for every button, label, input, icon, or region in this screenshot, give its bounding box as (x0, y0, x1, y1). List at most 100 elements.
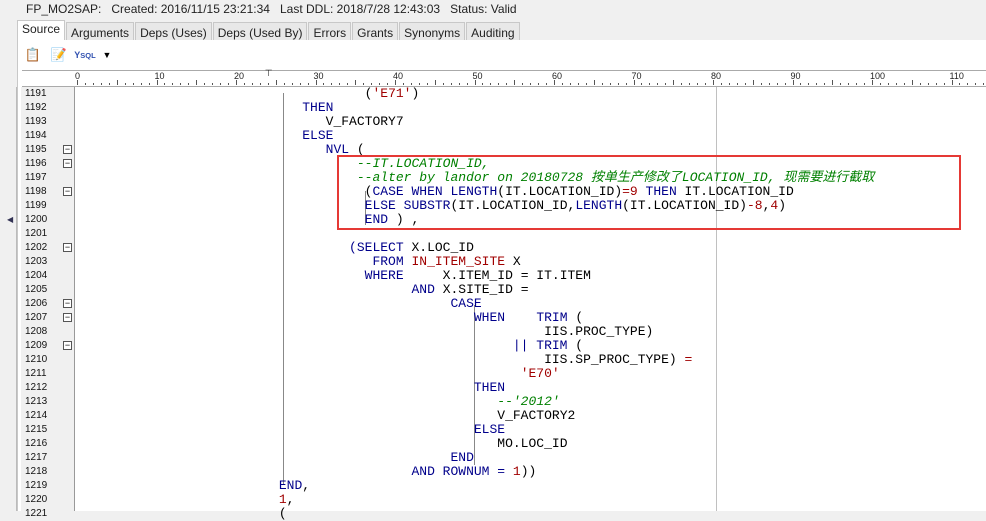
ruler-tick (879, 83, 881, 85)
code-editor[interactable]: ('E71') THEN V_FACTORY7 ELSE NVL ( --IT.… (76, 86, 986, 521)
ruler-tick (140, 83, 142, 85)
column-ruler: 0 10 20 30 40 50 60 70 80 90 100 110 ⊤ (22, 68, 986, 87)
sql-format-icon[interactable]: Y SQL (74, 46, 95, 64)
line-number: 1203 (25, 256, 48, 267)
ruler-tick (418, 83, 420, 85)
code-line: --'2012' (76, 395, 559, 409)
created-date: Created: 2016/11/15 23:21:34 (111, 2, 270, 16)
ruler-tick (649, 83, 651, 85)
ruler-tick (434, 80, 436, 85)
ruler-tick (617, 83, 619, 85)
ruler-tick (728, 83, 730, 85)
ruler-tick (561, 83, 563, 85)
ruler-tick (442, 83, 444, 85)
ruler-tick (410, 83, 412, 85)
ruler-tick (927, 83, 929, 85)
ruler-tick (355, 80, 357, 85)
clipboard-icon[interactable]: 📋 (24, 46, 42, 64)
ruler-tick (466, 83, 468, 85)
ruler-label: 40 (393, 71, 404, 81)
ruler-tick (975, 83, 977, 85)
last-ddl: Last DDL: 2018/7/28 12:43:03 (279, 2, 441, 16)
fold-toggle-icon[interactable]: − (63, 145, 72, 154)
fold-toggle-icon[interactable]: − (63, 159, 72, 168)
code-token: )) (520, 464, 537, 479)
tab-deps-uses[interactable]: Deps (Uses) (135, 22, 212, 41)
tab-deps-used-by[interactable]: Deps (Used By) (212, 22, 308, 41)
collapsed-side-panel[interactable]: ◀ (0, 87, 17, 511)
code-token: 'E71' (372, 86, 412, 101)
code-token: = (676, 352, 693, 367)
ruler-tick (736, 83, 738, 85)
line-number: 1213 (25, 396, 48, 407)
ruler-tick (903, 83, 905, 85)
fold-toggle-icon[interactable]: − (63, 187, 72, 196)
fold-toggle-icon[interactable]: − (63, 299, 72, 308)
fold-toggle-icon[interactable]: − (63, 313, 72, 322)
ruler-tick (816, 83, 818, 85)
ruler-tick (641, 83, 643, 85)
line-number: 1197 (25, 172, 47, 183)
tab-auditing[interactable]: Auditing (466, 22, 520, 41)
ruler-tick (776, 83, 778, 85)
ruler-tick (824, 83, 826, 85)
line-number: 1195 (25, 144, 47, 155)
code-line: CASE (76, 297, 481, 311)
tab-stop-marker[interactable]: ⊤ (265, 68, 273, 79)
ruler-tick (887, 83, 889, 85)
code-token: X.SITE_ID = (442, 282, 529, 297)
ruler-tick (546, 83, 548, 85)
line-number: 1192 (25, 102, 47, 113)
ruler-tick (498, 83, 500, 85)
expand-arrow-icon[interactable]: ◀ (7, 215, 13, 224)
code-token: FROM (372, 254, 412, 269)
line-number: 1191 (25, 88, 47, 99)
tab-synonyms[interactable]: Synonyms (399, 22, 466, 41)
ruler-tick (673, 80, 675, 85)
ruler-tick (458, 83, 460, 85)
code-line: END (76, 451, 473, 465)
ruler-tick (720, 83, 722, 85)
object-info-bar: FP_MO2SAP: Created: 2016/11/15 23:21:34 … (26, 2, 517, 16)
ruler-tick (291, 83, 293, 85)
line-number: 1193 (25, 116, 47, 127)
code-token: ( (567, 338, 584, 353)
line-number: 1216 (25, 438, 48, 449)
ruler-tick (522, 83, 524, 85)
ruler-tick (267, 83, 269, 85)
ruler-tick (665, 83, 667, 85)
tab-errors[interactable]: Errors (308, 22, 352, 41)
dropdown-arrow-icon[interactable]: ▼ (102, 46, 112, 64)
fold-toggle-icon[interactable]: − (63, 243, 72, 252)
tab-source[interactable]: Source (17, 20, 66, 41)
ruler-tick (490, 83, 492, 85)
tab-arguments[interactable]: Arguments (66, 22, 135, 41)
line-number: 1194 (25, 130, 47, 141)
ruler-label: 20 (234, 71, 245, 81)
line-number: 1212 (25, 382, 48, 393)
ruler-tick (832, 80, 834, 85)
ruler-tick (657, 83, 659, 85)
code-token: (SELECT (349, 240, 412, 255)
ruler-tick (752, 80, 754, 85)
tab-grants[interactable]: Grants (352, 22, 399, 41)
ruler-tick (848, 83, 850, 85)
object-name: FP_MO2SAP: (26, 2, 102, 16)
line-number: 1201 (25, 228, 48, 239)
ruler-tick (371, 83, 373, 85)
edit-icon[interactable]: 📝 (50, 46, 68, 64)
fold-toggle-icon[interactable]: − (63, 341, 72, 350)
ruler-tick (259, 83, 261, 85)
ruler-label: 90 (790, 71, 801, 81)
